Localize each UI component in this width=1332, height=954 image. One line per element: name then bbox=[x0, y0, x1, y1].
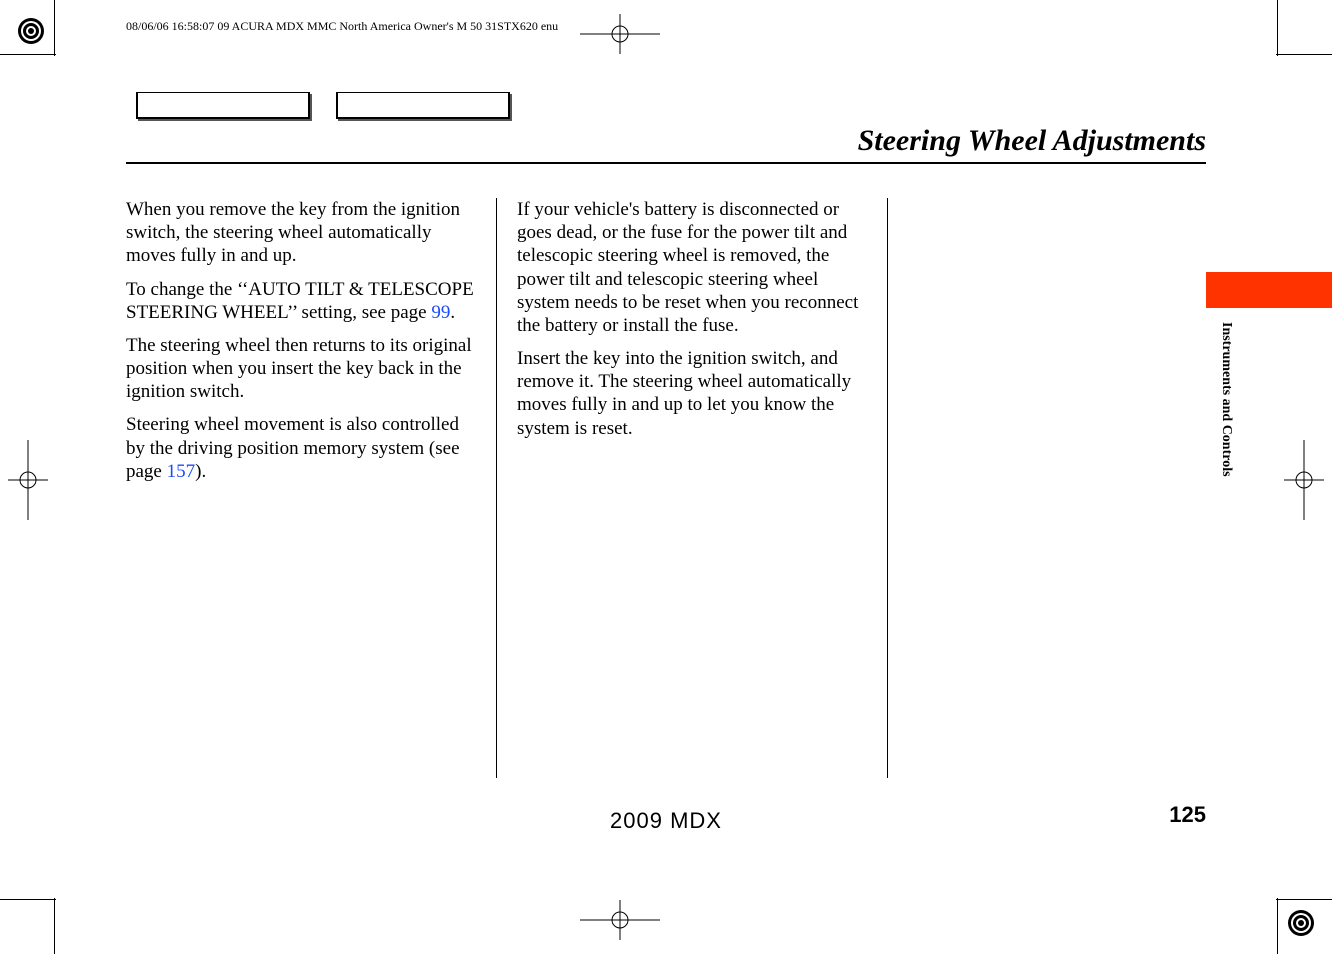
col1-para4-text-c: ). bbox=[195, 461, 206, 482]
title-rule bbox=[126, 162, 1206, 164]
column-1: When you remove the key from the ignitio… bbox=[126, 198, 497, 778]
center-mark-right bbox=[1284, 440, 1324, 520]
page-title: Steering Wheel Adjustments bbox=[858, 124, 1206, 158]
col1-para2-text-a: To change the ‘‘AUTO TILT & TELESCOPE ST… bbox=[126, 279, 474, 323]
page-link-157[interactable]: 157 bbox=[167, 461, 196, 482]
col1-para4: Steering wheel movement is also controll… bbox=[126, 413, 476, 483]
empty-box-1 bbox=[136, 92, 310, 119]
registration-mark-top-left bbox=[16, 16, 46, 46]
center-mark-left bbox=[8, 440, 48, 520]
footer-model: 2009 MDX bbox=[0, 808, 1332, 834]
page-number: 125 bbox=[1169, 802, 1206, 828]
empty-box-2 bbox=[336, 92, 510, 119]
col1-para2: To change the ‘‘AUTO TILT & TELESCOPE ST… bbox=[126, 278, 476, 324]
print-header: 08/06/06 16:58:07 09 ACURA MDX MMC North… bbox=[126, 19, 558, 34]
col1-para2-text-c: . bbox=[450, 302, 455, 323]
center-mark-bottom bbox=[580, 900, 660, 940]
column-2: If your vehicle's battery is disconnecte… bbox=[517, 198, 888, 778]
registration-mark-bottom-right bbox=[1286, 908, 1316, 938]
col2-para1: If your vehicle's battery is disconnecte… bbox=[517, 198, 867, 337]
col2-para2: Insert the key into the ignition switch,… bbox=[517, 347, 867, 440]
center-mark-top bbox=[580, 14, 660, 54]
section-tab-bg bbox=[1206, 272, 1332, 308]
page-link-99[interactable]: 99 bbox=[431, 302, 450, 323]
section-tab-label: Instruments and Controls bbox=[1218, 322, 1234, 477]
col1-para1: When you remove the key from the ignitio… bbox=[126, 198, 476, 268]
col1-para3: The steering wheel then returns to its o… bbox=[126, 334, 476, 404]
